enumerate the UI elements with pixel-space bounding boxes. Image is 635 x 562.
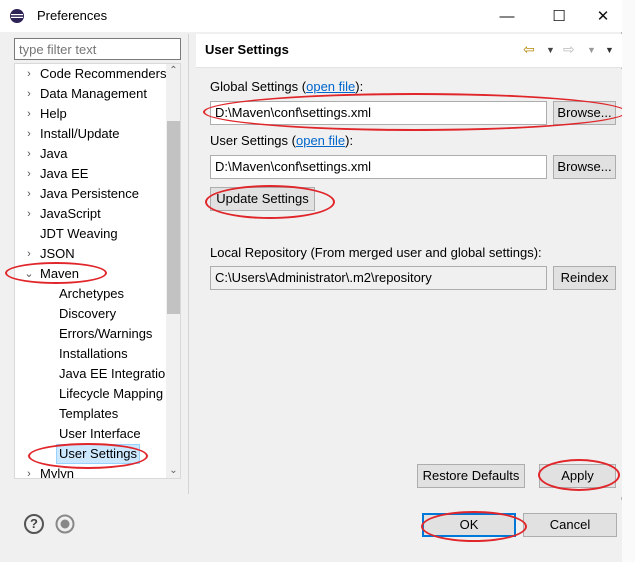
chevron-right-icon[interactable]: › [23, 184, 35, 204]
update-settings-button[interactable]: Update Settings [210, 187, 315, 211]
chevron-right-icon[interactable]: › [23, 124, 35, 144]
chevron-right-icon[interactable]: › [23, 64, 35, 84]
scrollbar-thumb[interactable] [167, 121, 180, 314]
global-settings-suffix: ): [355, 79, 364, 94]
user-settings-label: User Settings (open file): [210, 133, 353, 148]
chevron-down-icon[interactable]: ⌄ [23, 264, 35, 284]
background-window-edge [622, 0, 635, 562]
chevron-right-icon[interactable]: › [23, 164, 35, 184]
window-title: Preferences [37, 8, 108, 23]
global-settings-input[interactable]: D:\Maven\conf\settings.xml [210, 101, 547, 125]
chevron-right-icon[interactable]: › [23, 464, 35, 478]
global-open-file-link[interactable]: open file [306, 79, 355, 94]
forward-arrow-icon[interactable]: ⇨ [563, 41, 575, 58]
tree-item-label: Maven [40, 266, 80, 281]
tree-item-label: JSON [40, 246, 75, 261]
tree-item-label: Installations [59, 346, 128, 361]
page-header: User Settings ⇦ ▼ ⇨ ▼ ▼ [196, 34, 622, 68]
ok-button[interactable]: OK [422, 513, 516, 537]
reindex-button[interactable]: Reindex [553, 266, 616, 290]
chevron-right-icon[interactable]: › [23, 144, 35, 164]
restore-defaults-button[interactable]: Restore Defaults [417, 464, 525, 488]
global-settings-label: Global Settings (open file): [210, 79, 363, 94]
preferences-tree: › Code Recommenders › Data Management › … [14, 63, 181, 479]
back-arrow-icon[interactable]: ⇦ [523, 41, 535, 58]
filter-input[interactable] [14, 38, 181, 60]
chevron-right-icon[interactable]: › [23, 104, 35, 124]
cancel-button[interactable]: Cancel [523, 513, 617, 537]
maximize-button[interactable]: ☐ [536, 0, 582, 32]
tree-item-label: Mylyn [40, 466, 74, 479]
global-settings-text: Global Settings ( [210, 79, 307, 94]
tree-item-label: User Settings [56, 444, 141, 464]
tree-item-label: Install/Update [40, 126, 120, 141]
view-menu-icon[interactable]: ▼ [605, 45, 614, 55]
tree-item-label: JDT Weaving [40, 226, 118, 241]
chevron-right-icon[interactable]: › [23, 204, 35, 224]
local-repo-input: C:\Users\Administrator\.m2\repository [210, 266, 547, 290]
apply-button[interactable]: Apply [539, 464, 616, 488]
user-browse-button[interactable]: Browse... [553, 155, 616, 179]
scroll-up-icon[interactable]: ⌃ [166, 64, 180, 78]
local-repo-label: Local Repository (From merged user and g… [210, 245, 542, 260]
tree-item-label: Java EE [40, 166, 89, 181]
tree-item-label: Code Recommenders [40, 66, 167, 81]
page-title: User Settings [205, 42, 289, 57]
close-button[interactable]: ✕ [580, 0, 626, 32]
tree-item-label: Archetypes [59, 286, 125, 301]
chevron-right-icon[interactable]: › [23, 84, 35, 104]
tree-item-label: Help [40, 106, 67, 121]
user-settings-page: Global Settings (open file): D:\Maven\co… [196, 69, 622, 497]
tree-item-label: User Interface [59, 426, 141, 441]
dialog-button-bar: ? OK Cancel [0, 500, 622, 562]
user-open-file-link[interactable]: open file [296, 133, 345, 148]
tree-item-label: Templates [59, 406, 119, 421]
tree-item-label: Java [40, 146, 68, 161]
tree-item-label: JavaScript [40, 206, 101, 221]
tree-item-label: Java EE Integration [59, 366, 173, 381]
tree-item-label: Java Persistence [40, 186, 139, 201]
back-dropdown-icon[interactable]: ▼ [546, 45, 555, 55]
scroll-down-icon[interactable]: ⌄ [166, 464, 180, 478]
split-sash[interactable] [188, 34, 189, 494]
help-icon[interactable]: ? [24, 514, 44, 534]
tree-item-label: Lifecycle Mapping [59, 386, 164, 401]
title-bar: Preferences — ☐ ✕ [0, 0, 622, 32]
tree-item-label: Data Management [40, 86, 147, 101]
tree-item-label: Discovery [59, 306, 117, 321]
minimize-button[interactable]: — [484, 0, 530, 32]
chevron-right-icon[interactable]: › [23, 244, 35, 264]
eclipse-icon [10, 9, 24, 23]
preferences-dialog: Preferences — ☐ ✕ › Code Recommenders › … [0, 0, 627, 562]
user-settings-suffix: ): [345, 133, 354, 148]
import-export-icon[interactable] [55, 514, 75, 534]
forward-dropdown-icon[interactable]: ▼ [587, 45, 596, 55]
user-settings-text: User Settings ( [210, 133, 296, 148]
global-browse-button[interactable]: Browse... [553, 101, 616, 125]
user-settings-input[interactable]: D:\Maven\conf\settings.xml [210, 155, 547, 179]
tree-scrollbar[interactable]: ⌃ ⌄ [166, 64, 180, 478]
tree-item-label: Errors/Warnings [59, 326, 153, 341]
